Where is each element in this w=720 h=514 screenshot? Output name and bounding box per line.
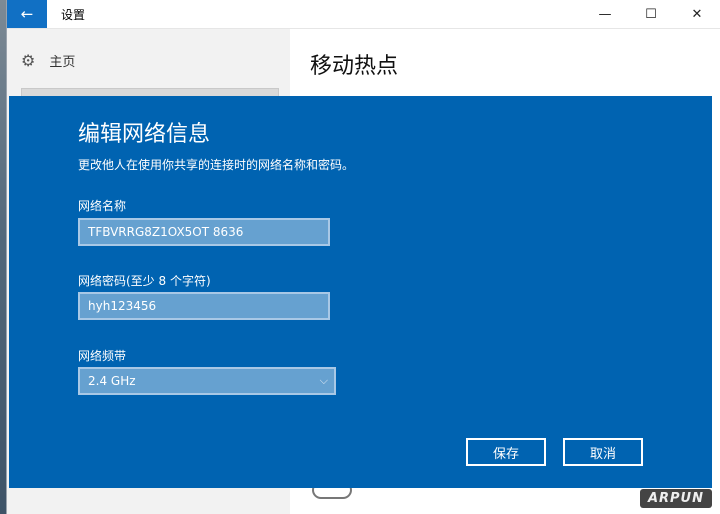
edit-network-dialog: 编辑网络信息 更改他人在使用你共享的连接时的网络名称和密码。 网络名称 TFBV… — [9, 96, 712, 488]
title-bar: ← 设置 — ☐ ✕ — [7, 0, 720, 29]
sidebar-item-home[interactable]: ⚙ 主页 — [21, 51, 75, 70]
close-icon: ✕ — [691, 6, 703, 22]
network-name-input[interactable]: TFBVRRG8Z1OX5OT 8636 — [78, 218, 330, 246]
gear-icon: ⚙ — [21, 51, 36, 70]
back-arrow-icon: ← — [20, 5, 34, 23]
cancel-button[interactable]: 取消 — [563, 438, 643, 466]
password-input[interactable]: hyh123456 — [78, 292, 330, 320]
maximize-icon: ☐ — [645, 6, 657, 22]
sidebar-item-label: 主页 — [49, 55, 76, 70]
dialog-description: 更改他人在使用你共享的连接时的网络名称和密码。 — [78, 158, 355, 172]
network-name-label: 网络名称 — [78, 199, 127, 213]
band-value: 2.4 GHz — [88, 374, 136, 388]
dialog-title: 编辑网络信息 — [78, 122, 211, 147]
minimize-button[interactable]: — — [582, 0, 628, 28]
password-value: hyh123456 — [88, 299, 157, 313]
save-button[interactable]: 保存 — [466, 438, 546, 466]
window-title: 设置 — [61, 8, 86, 22]
network-name-value: TFBVRRG8Z1OX5OT 8636 — [88, 225, 244, 239]
watermark-logo: ARPUN — [639, 489, 712, 508]
band-select[interactable]: 2.4 GHz ⌵ — [78, 367, 336, 395]
password-label: 网络密码(至少 8 个字符) — [78, 274, 211, 288]
back-button[interactable]: ← — [7, 0, 47, 28]
minimize-icon: — — [598, 6, 612, 22]
close-button[interactable]: ✕ — [674, 0, 720, 28]
chevron-down-icon: ⌵ — [319, 374, 328, 387]
maximize-button[interactable]: ☐ — [628, 0, 674, 28]
page-title: 移动热点 — [310, 54, 399, 79]
band-label: 网络频带 — [78, 349, 127, 363]
